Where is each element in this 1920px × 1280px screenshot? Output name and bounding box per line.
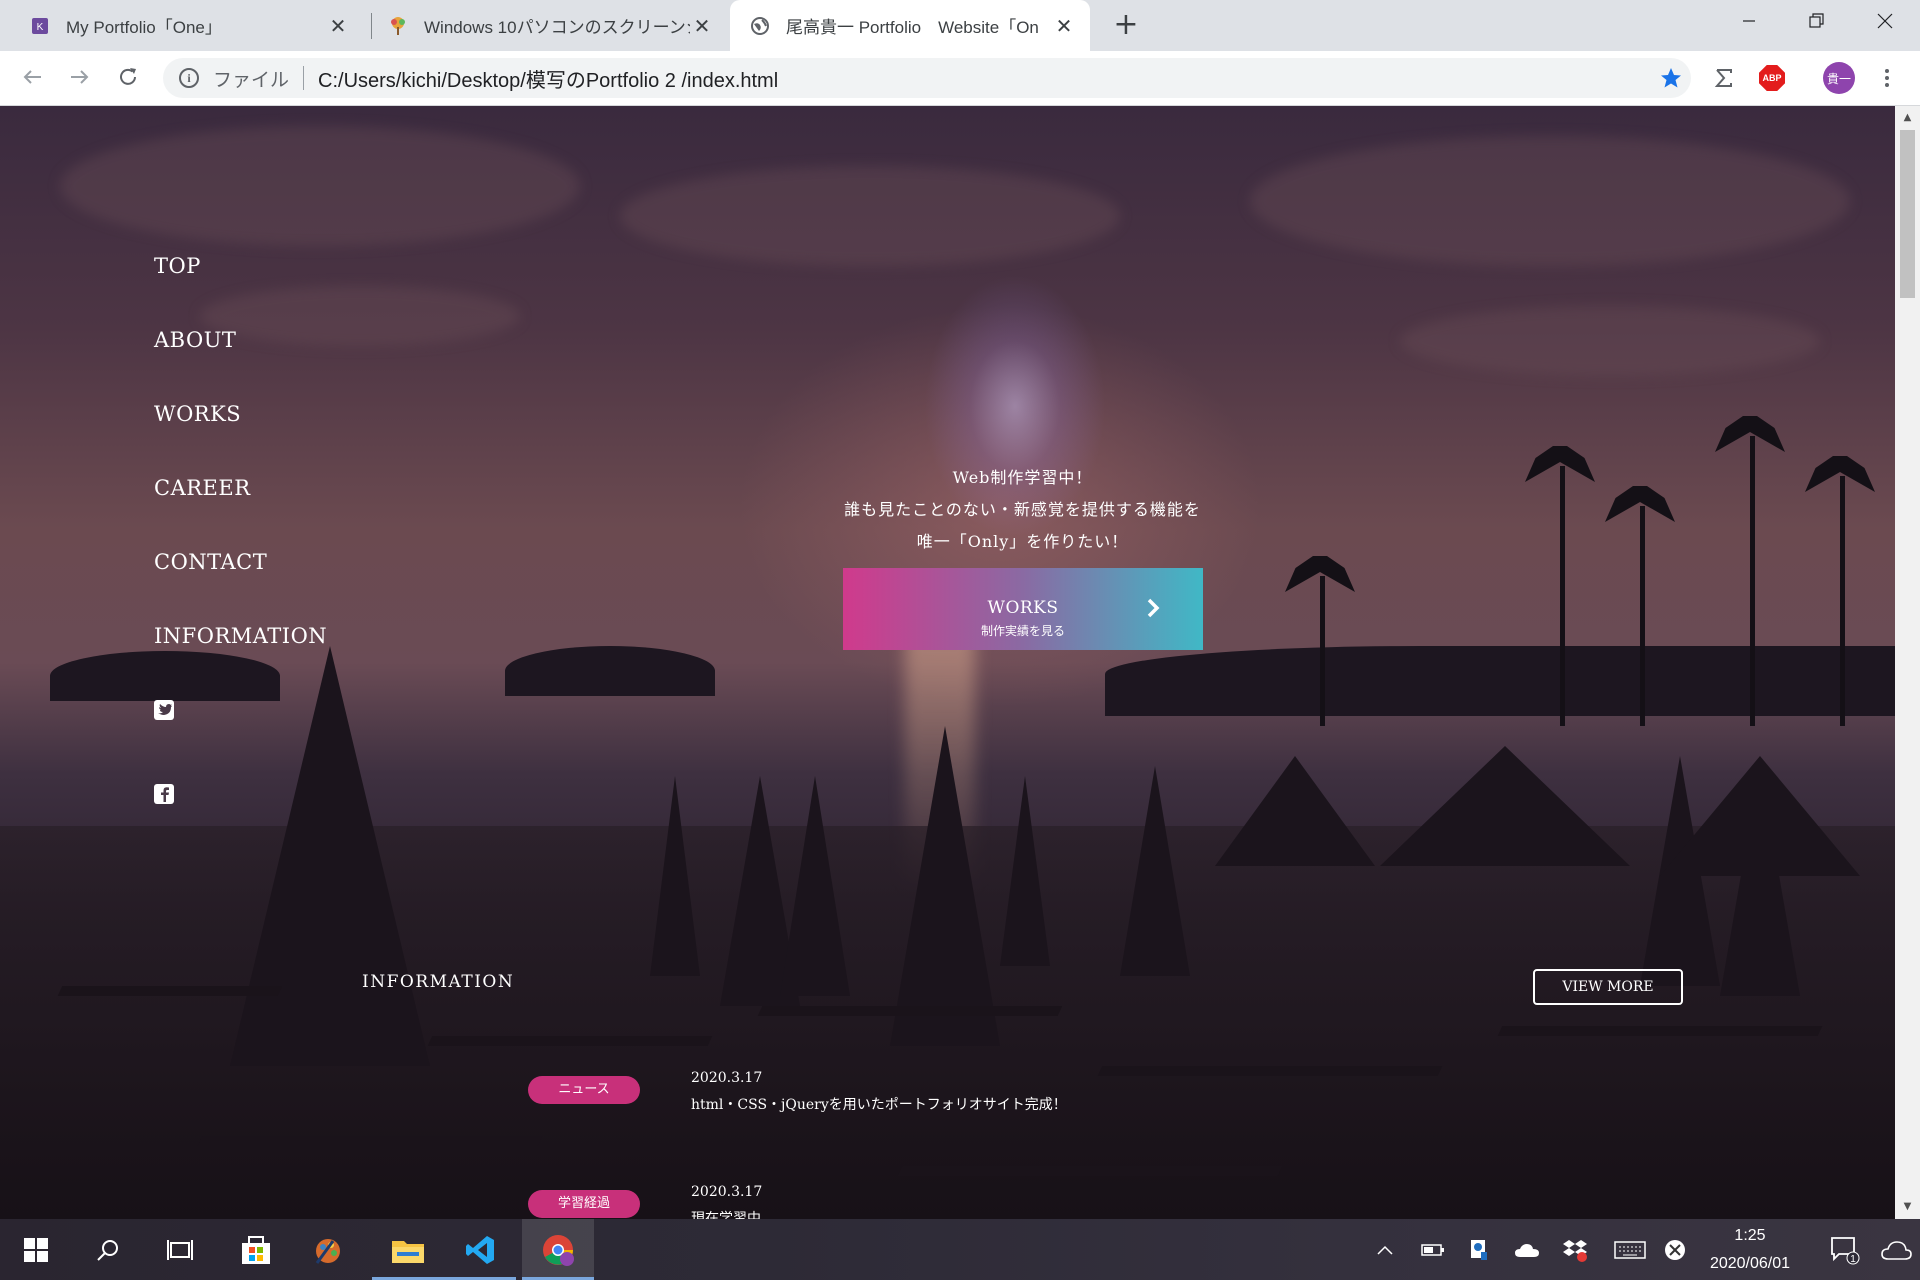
nav-works[interactable]: WORKS xyxy=(154,394,327,468)
scroll-up-arrow-icon[interactable]: ▲ xyxy=(1895,108,1920,128)
chevron-right-icon xyxy=(1147,598,1160,618)
chevron-up-icon xyxy=(1377,1245,1393,1255)
tab-title: Windows 10パソコンのスクリーンショ xyxy=(424,18,690,37)
adblock-icon: ABP xyxy=(1759,65,1785,91)
close-tab-icon[interactable]: ✕ xyxy=(1052,14,1076,38)
dropbox-tray-icon[interactable] xyxy=(1558,1219,1592,1280)
search-button[interactable] xyxy=(72,1219,144,1280)
nav-about[interactable]: ABOUT xyxy=(154,320,327,394)
hero-line: Web制作学習中！ xyxy=(952,468,1093,487)
restore-button[interactable] xyxy=(1783,0,1851,42)
page-scrollbar[interactable]: ▲ ▼ xyxy=(1895,106,1920,1219)
close-tab-icon[interactable]: ✕ xyxy=(326,14,350,38)
svg-text:1: 1 xyxy=(1850,1254,1856,1265)
chrome-icon xyxy=(543,1234,574,1266)
avatar: 貴一 xyxy=(1823,62,1855,94)
information-heading: INFORMATION xyxy=(362,972,515,992)
app-button[interactable] xyxy=(292,1219,364,1280)
minimize-icon xyxy=(1743,20,1755,22)
chrome-menu-button[interactable] xyxy=(1871,62,1903,94)
minimize-button[interactable] xyxy=(1715,0,1783,42)
hero-line: 誰も見たことのない・新感覚を提供する機能を xyxy=(844,500,1201,519)
profile-button[interactable]: 貴一 xyxy=(1823,62,1855,94)
onedrive-tray-icon[interactable] xyxy=(1510,1219,1544,1280)
category-badge: ニュース xyxy=(528,1076,640,1104)
store-icon xyxy=(242,1235,270,1264)
battery-tray-icon[interactable] xyxy=(1416,1219,1450,1280)
clock-time: 1:25 xyxy=(1734,1227,1766,1244)
new-tab-button[interactable]: + xyxy=(1108,7,1144,43)
browser-toolbar: i ファイル C:/Users/kichi/Desktop/模写のPortfol… xyxy=(0,51,1920,106)
kebab-menu-icon xyxy=(1885,69,1889,87)
adblock-extension-button[interactable]: ABP xyxy=(1756,62,1788,94)
weather-tray-icon[interactable] xyxy=(1874,1219,1918,1280)
reload-button[interactable] xyxy=(110,59,146,95)
close-tab-icon[interactable]: ✕ xyxy=(690,14,714,38)
view-more-button[interactable]: VIEW MORE xyxy=(1533,969,1683,1005)
facebook-icon[interactable] xyxy=(154,784,174,804)
tab-active-portfolio[interactable]: 尾高貴一 Portfolio Website「On ✕ xyxy=(730,0,1090,51)
notification-icon: 1 xyxy=(1831,1236,1860,1265)
windows-logo-icon xyxy=(24,1237,48,1262)
works-button-subtitle: 制作実績を見る xyxy=(980,624,1065,638)
system-clock[interactable]: 1:25 2020/06/01 xyxy=(1692,1219,1808,1280)
svg-text:K: K xyxy=(37,22,44,33)
security-tray-icon[interactable] xyxy=(1462,1219,1496,1280)
url-text[interactable]: C:/Users/kichi/Desktop/模写のPortfolio 2 /i… xyxy=(318,64,1651,93)
site-info-icon[interactable]: i xyxy=(179,68,199,88)
scheme-label: ファイル xyxy=(213,68,290,91)
hero-message: Web制作学習中！ 誰も見たことのない・新感覚を提供する機能を 唯一「Only」… xyxy=(0,462,1895,558)
vscode-button[interactable] xyxy=(444,1219,516,1280)
sigma-extension-icon[interactable] xyxy=(1708,62,1740,94)
close-icon xyxy=(1877,13,1893,29)
search-icon xyxy=(97,1239,118,1261)
nav-top[interactable]: TOP xyxy=(154,246,327,320)
twitter-icon[interactable] xyxy=(154,700,174,720)
windows-taskbar: 1:25 2020/06/01 1 xyxy=(0,1219,1920,1280)
tab-strip: K My Portfolio「One」 ✕ Windows 10パソコンのスクリ… xyxy=(0,0,1920,51)
network-error-tray-icon[interactable] xyxy=(1660,1219,1690,1280)
reload-icon xyxy=(120,68,136,85)
portfolio-favicon-icon: K xyxy=(30,16,50,36)
task-view-button[interactable] xyxy=(144,1219,216,1280)
hero-line: 唯一「Only」を作りたい！ xyxy=(916,532,1129,551)
tab-title: 尾高貴一 Portfolio Website「On xyxy=(786,18,1039,37)
omnibox-divider xyxy=(303,66,305,90)
tree-favicon-icon xyxy=(388,16,408,36)
vscode-icon xyxy=(466,1235,494,1264)
start-button[interactable] xyxy=(0,1219,72,1280)
forward-button[interactable] xyxy=(62,59,98,95)
microsoft-store-button[interactable] xyxy=(220,1219,292,1280)
restore-icon xyxy=(1809,13,1824,28)
page-viewport: TOP ABOUT WORKS CAREER CONTACT INFORMATI… xyxy=(0,106,1895,1219)
news-text: html・CSS・jQueryを用いたポートフォリオサイト完成！ xyxy=(691,1097,1067,1113)
address-bar[interactable]: i ファイル C:/Users/kichi/Desktop/模写のPortfol… xyxy=(163,58,1691,98)
keyboard-tray-icon[interactable] xyxy=(1610,1219,1650,1280)
scrollbar-thumb[interactable] xyxy=(1900,130,1915,298)
show-hidden-icons-button[interactable] xyxy=(1370,1219,1400,1280)
folder-icon xyxy=(392,1240,424,1263)
clock-date: 2020/06/01 xyxy=(1709,1255,1791,1272)
category-badge: 学習経過 xyxy=(528,1190,640,1218)
tab-my-portfolio[interactable]: K My Portfolio「One」 ✕ xyxy=(0,0,364,51)
back-button[interactable] xyxy=(14,59,50,95)
nav-information[interactable]: INFORMATION xyxy=(154,616,327,690)
globe-favicon-icon xyxy=(750,16,770,36)
task-view-icon xyxy=(167,1239,193,1260)
back-arrow-icon xyxy=(23,70,41,84)
paint-app-icon xyxy=(315,1238,340,1264)
news-text: 現在学習中 xyxy=(691,1211,761,1219)
scroll-down-arrow-icon[interactable]: ▼ xyxy=(1895,1197,1920,1217)
works-button[interactable]: WORKS 制作実績を見る xyxy=(843,568,1203,650)
bookmark-star-icon[interactable] xyxy=(1651,67,1691,89)
news-date: 2020.3.17 xyxy=(691,1070,763,1086)
forward-arrow-icon xyxy=(71,70,89,84)
close-window-button[interactable] xyxy=(1851,0,1919,42)
tab-title: My Portfolio「One」 xyxy=(66,18,222,37)
action-center-button[interactable]: 1 xyxy=(1822,1219,1868,1280)
tab-windows-screenshot[interactable]: Windows 10パソコンのスクリーンショ ✕ xyxy=(372,0,728,51)
news-date: 2020.3.17 xyxy=(691,1184,763,1200)
chrome-button[interactable] xyxy=(522,1219,594,1280)
file-explorer-button[interactable] xyxy=(372,1219,444,1280)
